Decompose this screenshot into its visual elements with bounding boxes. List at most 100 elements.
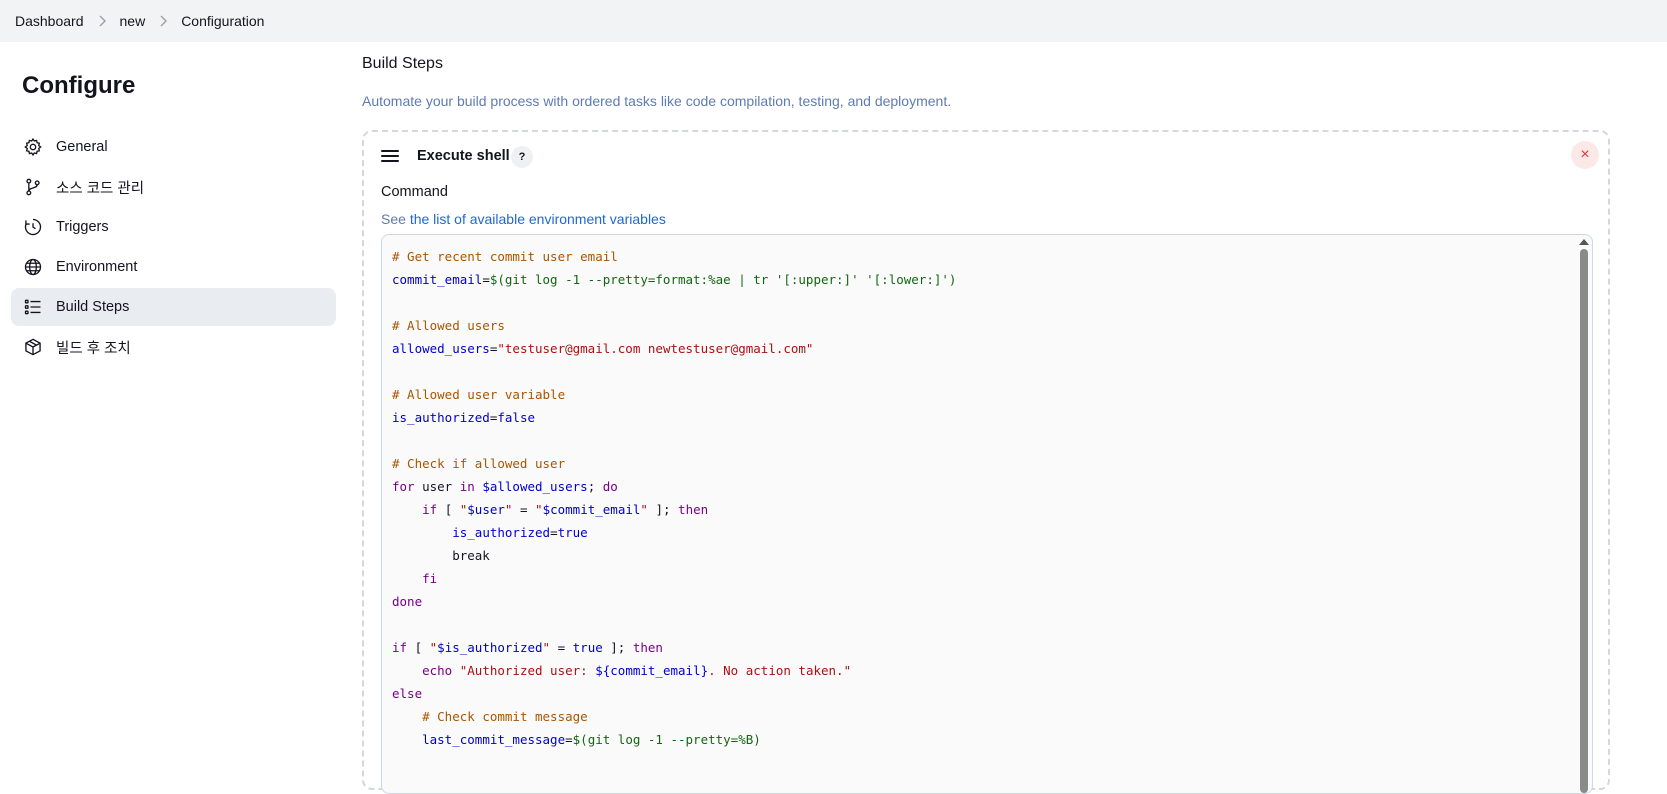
code-token: # Check commit message <box>422 709 588 724</box>
code-line: # Allowed users <box>392 314 1562 337</box>
code-token: is_authorized <box>392 410 490 425</box>
code-token: $user <box>467 502 505 517</box>
code-token: = <box>550 640 573 655</box>
editor-scrollbar[interactable] <box>1579 239 1589 793</box>
help-button[interactable]: ? <box>511 146 533 168</box>
code-token: $commit_email <box>542 502 641 517</box>
sidebar-item-build-steps[interactable]: Build Steps <box>11 288 336 326</box>
code-token: = <box>482 272 490 287</box>
sidebar-item-general[interactable]: General <box>11 128 336 166</box>
breadcrumb-job[interactable]: new <box>120 13 146 29</box>
code-token: # Get recent commit user email <box>392 249 618 264</box>
code-token: ]; <box>602 640 633 655</box>
sidebar-item-label: 소스 코드 관리 <box>56 180 145 197</box>
code-line: # Get recent commit user email <box>392 245 1562 268</box>
drag-handle-icon[interactable] <box>381 150 399 164</box>
build-step-card: Execute shell ? × Command See the list o… <box>362 130 1610 794</box>
code-token: $(git log -1 --pretty=format:%ae | tr '[… <box>489 272 957 287</box>
sidebar-item-label: Build Steps <box>56 299 130 315</box>
code-line: # Check if allowed user <box>392 452 1562 475</box>
code-token: [ <box>407 640 430 655</box>
code-line: # Check commit message <box>392 705 1562 728</box>
command-hint: See the list of available environment va… <box>381 211 666 227</box>
close-icon[interactable]: × <box>1571 141 1599 169</box>
sidebar-item-label: Environment <box>56 259 138 275</box>
code-token: commit_email <box>392 272 483 287</box>
code-line: for user in $allowed_users; do <box>392 475 1562 498</box>
code-token: [ <box>437 502 460 517</box>
breadcrumb-configuration[interactable]: Configuration <box>181 13 264 29</box>
code-token: else <box>392 686 423 701</box>
scroll-up-icon[interactable] <box>1579 239 1589 245</box>
env-variables-link[interactable]: the list of available environment variab… <box>410 211 666 227</box>
code-token: then <box>632 640 663 655</box>
code-line: is_authorized=true <box>392 521 1562 544</box>
sidebar-item-post-build[interactable]: 빌드 후 조치 <box>11 328 336 366</box>
code-line: commit_email=$(git log -1 --pretty=forma… <box>392 268 1562 291</box>
code-line: last_commit_message=$(git log -1 --prett… <box>392 728 1562 751</box>
code-token: false <box>497 410 536 425</box>
code-line: done <box>392 590 1562 613</box>
code-token: user <box>414 479 460 494</box>
sidebar-item-scm[interactable]: 소스 코드 관리 <box>11 168 336 206</box>
code-token: " <box>640 502 648 517</box>
code-token: $is_authorized <box>437 640 543 655</box>
sidebar-item-label: General <box>56 139 108 155</box>
sidebar-nav: General 소스 코드 관리 Triggers Environment Bu… <box>11 128 336 368</box>
code-line: break <box>392 544 1562 567</box>
code-token: = <box>550 525 558 540</box>
globe-icon <box>23 257 43 277</box>
code-line: if [ "$user" = "$commit_email" ]; then <box>392 498 1562 521</box>
code-line: fi <box>392 567 1562 590</box>
code-token: in <box>459 479 475 494</box>
code-token: = <box>512 502 536 517</box>
section-description: Automate your build process with ordered… <box>362 93 952 109</box>
code-content[interactable]: # Get recent commit user email commit_ema… <box>392 245 1562 751</box>
chevron-right-icon <box>84 15 120 27</box>
sidebar-item-label: Triggers <box>56 219 109 235</box>
code-token: # Check if allowed user <box>392 456 566 471</box>
sidebar-item-triggers[interactable]: Triggers <box>11 208 336 246</box>
code-token: # Allowed user variable <box>392 387 566 402</box>
code-token: if <box>422 502 438 517</box>
scroll-thumb[interactable] <box>1580 249 1588 793</box>
command-label: Command <box>381 184 448 200</box>
package-icon <box>23 337 43 357</box>
main-content: Build Steps Automate your build process … <box>362 42 1662 794</box>
step-title: Execute shell <box>417 148 510 164</box>
code-token: # Allowed users <box>392 318 505 333</box>
breadcrumb-dashboard[interactable]: Dashboard <box>15 13 84 29</box>
code-token: for <box>392 479 415 494</box>
code-token: = <box>565 732 573 747</box>
code-token: then <box>678 502 709 517</box>
code-line: # Allowed user variable <box>392 383 1562 406</box>
code-token: true <box>572 640 603 655</box>
code-line: echo "Authorized user: ${commit_email}. … <box>392 659 1562 682</box>
command-editor[interactable]: # Get recent commit user email commit_ema… <box>381 234 1593 794</box>
code-token: $allowed_users <box>482 479 588 494</box>
page-title: Configure <box>22 72 136 99</box>
code-token: . No action taken." <box>708 663 852 678</box>
hint-prefix: See <box>381 211 410 227</box>
code-token: $(git log -1 --pretty=%B) <box>572 732 761 747</box>
sidebar-item-environment[interactable]: Environment <box>11 248 336 286</box>
code-line: is_authorized=false <box>392 406 1562 429</box>
section-title: Build Steps <box>362 55 443 72</box>
code-token: ; <box>587 479 603 494</box>
list-icon <box>23 297 43 317</box>
sidebar-item-label: 빌드 후 조치 <box>56 340 131 357</box>
code-token: break <box>392 548 490 563</box>
code-line: else <box>392 682 1562 705</box>
breadcrumb: Dashboard new Configuration <box>0 0 1667 42</box>
code-line: if [ "$is_authorized" = true ]; then <box>392 636 1562 659</box>
